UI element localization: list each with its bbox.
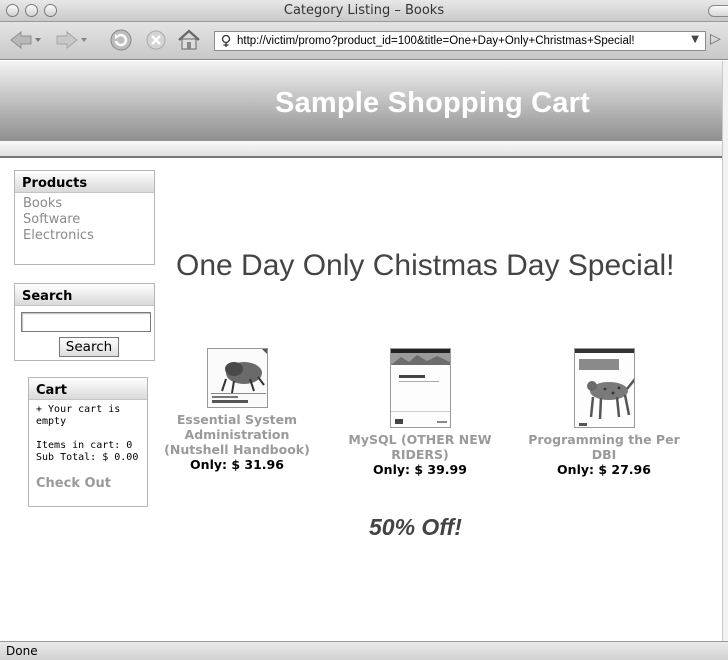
nav-link-software[interactable]: Software	[15, 212, 154, 228]
cart-empty-line-1: + Your cart is	[36, 404, 121, 415]
search-panel: Search Search	[14, 283, 155, 361]
product-card: Essential System Administration (Nutshel…	[157, 348, 317, 472]
site-title: Sample Shopping Cart	[275, 87, 590, 119]
product-card: Programming the Per DBI Only: $ 27.96	[524, 348, 684, 477]
cart-heading: Cart	[29, 378, 147, 400]
product-title[interactable]: Essential System Administration (Nutshel…	[157, 412, 317, 457]
product-title-line: Programming the Per	[528, 432, 680, 447]
url-history-dropdown-icon[interactable]: ▼	[691, 34, 699, 45]
site-identity-icon	[221, 34, 231, 47]
promo-headline: One Day Only Chistmas Day Special!	[176, 249, 675, 282]
product-title-line: DBI	[591, 447, 617, 462]
book-cover-perl-dbi	[574, 349, 634, 427]
cart-subtotal: Sub Total: $ 0.00	[36, 452, 139, 463]
product-title-line: Administration	[184, 427, 290, 442]
banner-divider	[0, 141, 722, 158]
product-title-line: (Nutshell Handbook)	[164, 442, 310, 457]
home-icon	[178, 29, 200, 50]
product-price: Only: $ 31.96	[190, 457, 284, 472]
reload-button[interactable]	[108, 27, 134, 53]
back-arrow-icon	[10, 30, 41, 50]
products-heading: Products	[15, 171, 154, 193]
product-cover-image[interactable]	[389, 348, 451, 428]
browser-toolbar: http://victim/promo?product_id=100&title…	[0, 22, 728, 60]
product-title-line: RIDERS)	[391, 447, 449, 462]
forward-arrow-icon	[56, 30, 87, 50]
window-title: Category Listing – Books	[283, 3, 445, 18]
stop-icon	[146, 30, 166, 50]
products-panel: Products Books Software Electronics	[14, 170, 155, 265]
go-button[interactable]: ▷	[710, 31, 721, 47]
product-title-line: Essential System	[176, 412, 298, 427]
search-heading: Search	[15, 284, 154, 306]
page-scrollbar[interactable]	[722, 61, 728, 641]
discount-label: 50% Off!	[369, 514, 462, 540]
url-text: http://victim/promo?product_id=100&title…	[237, 35, 635, 47]
nav-link-electronics[interactable]: Electronics	[15, 228, 154, 244]
product-cover-image[interactable]	[206, 348, 268, 408]
nav-link-books[interactable]: Books	[15, 196, 154, 212]
search-input[interactable]	[21, 312, 151, 332]
search-button[interactable]: Search	[59, 337, 119, 357]
product-card: MySQL (OTHER NEW RIDERS) Only: $ 39.99	[340, 348, 500, 477]
address-bar[interactable]: http://victim/promo?product_id=100&title…	[214, 31, 706, 51]
book-cover-sysadmin	[207, 349, 267, 407]
product-title[interactable]: MySQL (OTHER NEW RIDERS)	[340, 432, 500, 462]
book-cover-mysql	[390, 349, 450, 427]
back-button[interactable]	[6, 27, 46, 53]
home-button[interactable]	[176, 27, 202, 53]
page-content: Sample Shopping Cart Products Books Soft…	[0, 61, 722, 641]
cart-empty-message: + Your cart is empty	[29, 404, 147, 428]
status-bar: Done	[0, 641, 728, 660]
product-title-line: MySQL (OTHER NEW	[348, 432, 492, 447]
forward-button[interactable]	[50, 27, 92, 53]
reload-icon	[110, 29, 132, 51]
cart-items-count: Items in cart: 0	[36, 440, 133, 451]
window-titlebar: Category Listing – Books	[0, 0, 728, 22]
product-cover-image[interactable]	[573, 348, 635, 428]
toolbar-toggle-button[interactable]	[708, 5, 728, 17]
stop-button[interactable]	[144, 27, 168, 53]
cart-panel: Cart + Your cart is empty Items in cart:…	[28, 377, 148, 507]
status-text: Done	[6, 644, 38, 658]
product-price: Only: $ 27.96	[557, 462, 651, 477]
cart-empty-line-2: empty	[36, 416, 67, 427]
site-banner: Sample Shopping Cart	[0, 61, 722, 141]
checkout-link[interactable]: Check Out	[29, 476, 147, 491]
product-title[interactable]: Programming the Per DBI	[524, 432, 684, 462]
product-price: Only: $ 39.99	[373, 462, 467, 477]
